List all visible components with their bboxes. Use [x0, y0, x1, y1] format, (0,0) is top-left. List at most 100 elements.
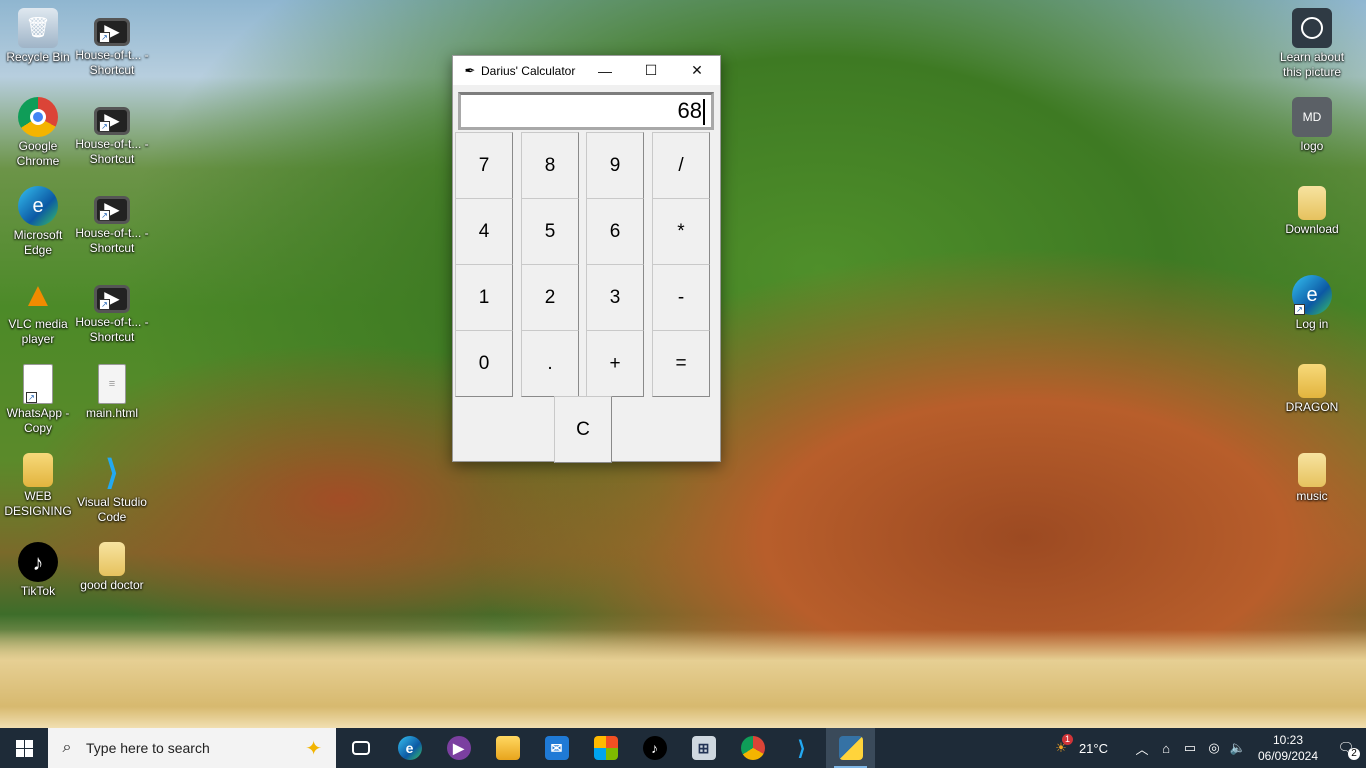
- calculator-display[interactable]: 68: [458, 92, 714, 130]
- shortcut-arrow-icon: ↗: [99, 299, 110, 310]
- system-tray: ☀ 1 21°C ︿ ⌂ ▭ ◎ 🔈 10:23 06/09/2024 🗨 2: [1049, 728, 1366, 768]
- key-2[interactable]: 2: [521, 264, 579, 331]
- calculator-window: ✒ Darius' Calculator — ☐ ✕ 68 7 8 9 / 4 …: [452, 55, 721, 463]
- recycle-bin-icon: 🗑: [18, 8, 58, 48]
- key-divide[interactable]: /: [652, 132, 710, 199]
- taskbar-vscode[interactable]: ⟩: [777, 728, 826, 768]
- desktop-icon-recycle-bin[interactable]: 🗑 Recycle Bin: [0, 8, 76, 65]
- network-icon[interactable]: ◎: [1202, 740, 1226, 756]
- desktop-icon-download[interactable]: Download: [1274, 186, 1350, 237]
- folder-icon: [1298, 453, 1326, 487]
- desktop-icon-label: Google Chrome: [16, 139, 60, 168]
- vlc-icon: ▲: [21, 275, 55, 314]
- desktop-icon-web-designing[interactable]: WEB DESIGNING: [0, 453, 76, 519]
- desktop-icon-log-in[interactable]: e ↗ Log in: [1274, 275, 1350, 332]
- key-decimal[interactable]: .: [521, 330, 579, 397]
- taskbar-store[interactable]: [581, 728, 630, 768]
- taskbar-file-explorer[interactable]: [483, 728, 532, 768]
- desktop-icon-house-shortcut-1[interactable]: ▶ ↗ House-of-t... - Shortcut: [74, 18, 150, 78]
- mail-icon: ✉: [544, 736, 569, 760]
- maximize-button[interactable]: ☐: [628, 56, 674, 85]
- key-5[interactable]: 5: [521, 198, 579, 265]
- desktop-icon-learn-about-picture[interactable]: Learn about this picture: [1274, 8, 1350, 80]
- start-button[interactable]: [0, 728, 48, 768]
- desktop-icon-vlc[interactable]: ▲ VLC media player: [0, 275, 76, 347]
- taskbar-mail[interactable]: ✉: [532, 728, 581, 768]
- desktop-icon-dragon[interactable]: DRAGON: [1274, 364, 1350, 415]
- python-icon: [838, 736, 863, 760]
- key-0[interactable]: 0: [455, 330, 513, 397]
- video-file-icon: ▶ ↗: [94, 18, 130, 46]
- desktop-icon-music[interactable]: music: [1274, 453, 1350, 504]
- taskbar-python[interactable]: [826, 728, 875, 768]
- desktop-icon-house-shortcut-2[interactable]: ▶ ↗ House-of-t... - Shortcut: [74, 107, 150, 167]
- search-icon: ⌕: [62, 739, 72, 756]
- desktop-icon-logo[interactable]: MD logo: [1274, 97, 1350, 154]
- tiktok-icon: ♪: [18, 542, 58, 582]
- desktop-icon-house-shortcut-4[interactable]: ▶ ↗ House-of-t... - Shortcut: [74, 285, 150, 345]
- desktop-icon-tiktok[interactable]: ♪ TikTok: [0, 542, 76, 599]
- shortcut-arrow-icon: ↗: [99, 32, 110, 43]
- shortcut-arrow-icon: ↗: [1294, 304, 1305, 315]
- chevron-up-icon[interactable]: ︿: [1130, 739, 1154, 758]
- tiktok-icon: ♪: [642, 736, 667, 760]
- key-multiply[interactable]: *: [652, 198, 710, 265]
- edge-icon: e: [18, 186, 58, 226]
- video-file-icon: ▶ ↗: [94, 196, 130, 224]
- desktop-icon-google-chrome[interactable]: Google Chrome: [0, 97, 76, 169]
- image-file-icon: MD: [1292, 97, 1332, 137]
- weather-temperature[interactable]: 21°C: [1079, 741, 1108, 756]
- key-4[interactable]: 4: [455, 198, 513, 265]
- display-value: 68: [677, 98, 702, 123]
- desktop-icon-microsoft-edge[interactable]: e Microsoft Edge: [0, 186, 76, 258]
- desktop-icon-label: logo: [1300, 139, 1324, 153]
- clock-time: 10:23: [1272, 733, 1304, 747]
- file-icon: ≡: [98, 364, 126, 404]
- key-9[interactable]: 9: [586, 132, 644, 199]
- desktop-icon-label: House-of-t... - Shortcut: [75, 315, 149, 344]
- key-6[interactable]: 6: [586, 198, 644, 265]
- desktop-icon-label: VLC media player: [8, 317, 68, 346]
- taskbar: ⌕ Type here to search ✦ e ▶ ✉ ♪ ⊞ ⟩ ☀ 1 2…: [0, 728, 1366, 768]
- desktop-icon-good-doctor[interactable]: good doctor: [74, 542, 150, 593]
- key-add[interactable]: +: [586, 330, 644, 397]
- desktop-icon-label: music: [1296, 489, 1328, 503]
- battery-icon[interactable]: ▭: [1178, 740, 1202, 756]
- key-8[interactable]: 8: [521, 132, 579, 199]
- desktop-icon-label: House-of-t... - Shortcut: [75, 137, 149, 166]
- desktop-icon-main-html[interactable]: ≡ main.html: [74, 364, 150, 421]
- volume-icon[interactable]: 🔈: [1226, 740, 1250, 756]
- desktop-icon-house-shortcut-3[interactable]: ▶ ↗ House-of-t... - Shortcut: [74, 196, 150, 256]
- text-caret: [703, 99, 705, 126]
- key-subtract[interactable]: -: [652, 264, 710, 331]
- key-equals[interactable]: =: [652, 330, 710, 397]
- folder-icon: [99, 542, 125, 576]
- clock[interactable]: 10:23 06/09/2024: [1250, 732, 1326, 764]
- edge-icon: e: [397, 736, 422, 760]
- taskbar-chrome[interactable]: [728, 728, 777, 768]
- weather-icon[interactable]: ☀ 1: [1049, 734, 1073, 756]
- task-view-button[interactable]: [336, 728, 385, 768]
- video-file-icon: ▶ ↗: [94, 107, 130, 135]
- folder-icon: [1298, 186, 1326, 220]
- desktop-icon-whatsapp-copy[interactable]: ↗ WhatsApp - Copy: [0, 364, 76, 436]
- media-player-icon: ▶: [446, 736, 471, 760]
- taskbar-tiktok[interactable]: ♪: [630, 728, 679, 768]
- taskbar-search[interactable]: ⌕ Type here to search ✦: [48, 728, 336, 768]
- minimize-button[interactable]: —: [582, 56, 628, 85]
- key-7[interactable]: 7: [455, 132, 513, 199]
- key-3[interactable]: 3: [586, 264, 644, 331]
- calculator-titlebar[interactable]: ✒ Darius' Calculator — ☐ ✕: [453, 56, 720, 85]
- desktop-icon-label: good doctor: [80, 578, 144, 592]
- chrome-icon: [18, 97, 58, 137]
- taskbar-remote-desktop[interactable]: ⊞: [679, 728, 728, 768]
- desktop-icon-visual-studio-code[interactable]: ⟩ Visual Studio Code: [74, 453, 150, 525]
- key-1[interactable]: 1: [455, 264, 513, 331]
- notification-center-icon[interactable]: 🗨 2: [1326, 740, 1366, 760]
- taskbar-edge[interactable]: e: [385, 728, 434, 768]
- taskbar-media-player[interactable]: ▶: [434, 728, 483, 768]
- close-button[interactable]: ✕: [674, 56, 720, 85]
- desktop-icon-label: House-of-t... - Shortcut: [75, 226, 149, 255]
- key-clear[interactable]: C: [554, 396, 612, 463]
- meet-now-icon[interactable]: ⌂: [1154, 741, 1178, 756]
